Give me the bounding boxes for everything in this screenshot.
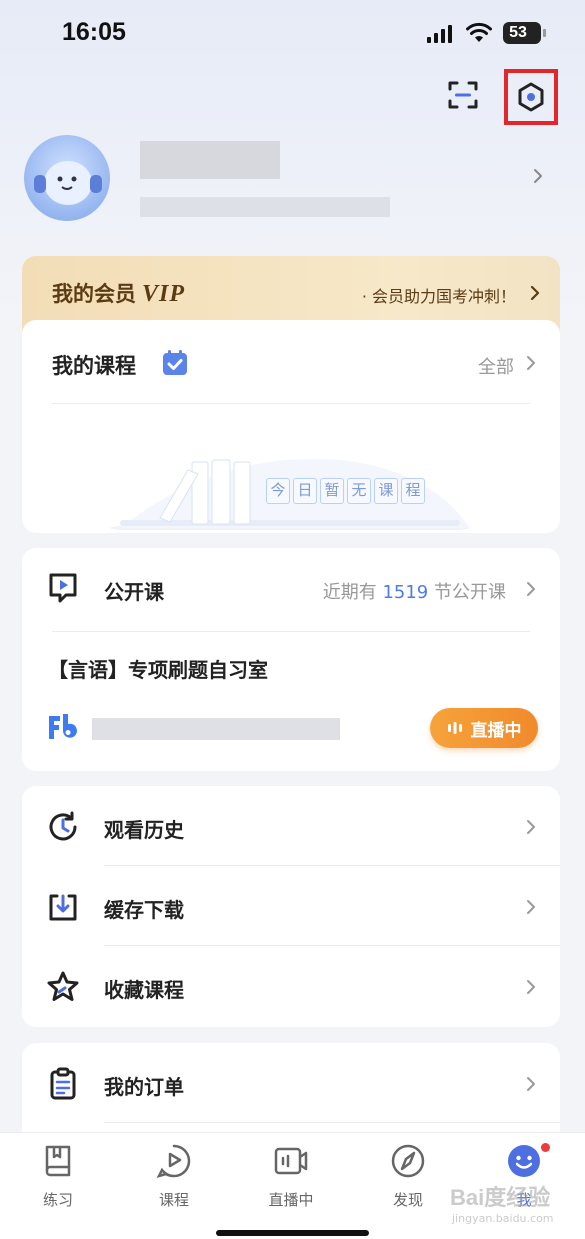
star-icon — [47, 971, 79, 1001]
user-info-blurred — [140, 197, 390, 217]
baidu-watermark-url: jingyan.baidu.com — [452, 1212, 554, 1225]
scan-icon[interactable] — [446, 78, 480, 112]
wifi-icon — [466, 22, 492, 42]
courses-chevron-right-icon[interactable] — [524, 355, 538, 371]
empty-text-char: 日 — [293, 478, 317, 504]
live-now-button[interactable]: 直播中 — [430, 708, 538, 748]
tab-label: 课程 — [158, 1191, 189, 1209]
settings-hexagon-icon — [518, 82, 544, 112]
signal-icon — [427, 25, 452, 43]
compass-icon — [391, 1144, 425, 1178]
live-lesson-title[interactable]: 【言语】专项刷题自习室 — [48, 654, 268, 683]
avatar-mascot-icon — [34, 161, 102, 205]
battery-level: 53 — [509, 24, 527, 41]
profile-chevron-right-icon[interactable] — [530, 168, 546, 184]
calendar-check-icon — [163, 350, 187, 375]
home-indicator[interactable] — [216, 1230, 369, 1236]
public-course-chevron-right-icon[interactable] — [524, 581, 538, 597]
live-camera-icon — [274, 1147, 308, 1175]
divider — [104, 1122, 560, 1123]
book-icon — [45, 1145, 71, 1177]
live-bars-icon — [447, 722, 462, 734]
vip-title: 我的会员 VIP — [52, 281, 186, 307]
live-now-label: 直播中 — [470, 720, 522, 741]
public-course-count[interactable]: 近期有 1519 节公开课 — [323, 578, 506, 604]
teacher-info-blurred — [92, 718, 340, 740]
public-course-title[interactable]: 公开课 — [104, 576, 164, 605]
divider — [52, 631, 530, 632]
tab-practice[interactable]: 练习 — [18, 1143, 98, 1210]
chevron-right-icon — [527, 820, 535, 834]
settings-button[interactable] — [504, 69, 558, 125]
empty-courses-text: 今 日 暂 无 课 程 — [266, 478, 425, 504]
menu-label: 收藏课程 — [104, 978, 184, 1002]
fenbi-logo-icon — [49, 714, 77, 739]
menu-item-favorites[interactable]: 收藏课程 — [22, 946, 560, 1026]
empty-text-char: 无 — [347, 478, 371, 504]
tab-label: 练习 — [42, 1191, 73, 1209]
my-courses-card: 我的课程 全部 今 日 暂 无 课 程 — [22, 320, 560, 533]
order-icon — [50, 1067, 76, 1100]
menu-label: 观看历史 — [104, 818, 184, 842]
menu-item-orders[interactable]: 我的订单 — [22, 1043, 560, 1123]
baidu-watermark: Bai度经验 — [450, 1185, 551, 1210]
chevron-right-icon — [527, 900, 535, 914]
status-bar: 16:05 53 — [0, 0, 585, 70]
public-course-card: 公开课 近期有 1519 节公开课 【言语】专项刷题自习室 直播中 — [22, 548, 560, 771]
download-icon — [49, 894, 77, 921]
vip-slogan: · 会员助力国考冲刺！ — [361, 287, 516, 306]
avatar[interactable] — [24, 135, 110, 221]
play-bubble-icon — [156, 1144, 191, 1178]
tab-label: 发现 — [392, 1191, 423, 1209]
status-time: 16:05 — [62, 18, 126, 46]
history-icon — [49, 811, 77, 841]
battery-indicator: 53 — [503, 22, 546, 44]
chevron-right-icon — [527, 980, 535, 994]
empty-text-char: 课 — [374, 478, 398, 504]
menu-label: 我的订单 — [104, 1075, 184, 1099]
menu-card: 观看历史 缓存下载 收藏课程 — [22, 786, 560, 1027]
tab-discover[interactable]: 发现 — [368, 1143, 448, 1210]
divider — [52, 403, 530, 404]
tab-label: 直播中 — [268, 1191, 314, 1209]
empty-text-char: 暂 — [320, 478, 344, 504]
public-course-count-number: 1519 — [382, 582, 429, 603]
empty-text-char: 程 — [401, 478, 425, 504]
chevron-right-icon — [527, 1077, 535, 1091]
vip-badge: VIP — [142, 281, 186, 307]
username-blurred — [140, 141, 280, 179]
tab-courses[interactable]: 课程 — [134, 1143, 214, 1210]
my-courses-title: 我的课程 — [52, 354, 136, 378]
public-course-play-icon — [49, 573, 77, 603]
courses-all-link[interactable]: 全部 — [478, 353, 514, 379]
notification-dot — [541, 1143, 550, 1152]
menu-item-download[interactable]: 缓存下载 — [22, 866, 560, 946]
menu-label: 缓存下载 — [104, 898, 184, 922]
tab-live[interactable]: 直播中 — [251, 1143, 331, 1210]
vip-chevron-right-icon — [530, 285, 540, 301]
empty-text-char: 今 — [266, 478, 290, 504]
me-smile-icon — [508, 1145, 540, 1177]
menu-item-history[interactable]: 观看历史 — [22, 786, 560, 866]
